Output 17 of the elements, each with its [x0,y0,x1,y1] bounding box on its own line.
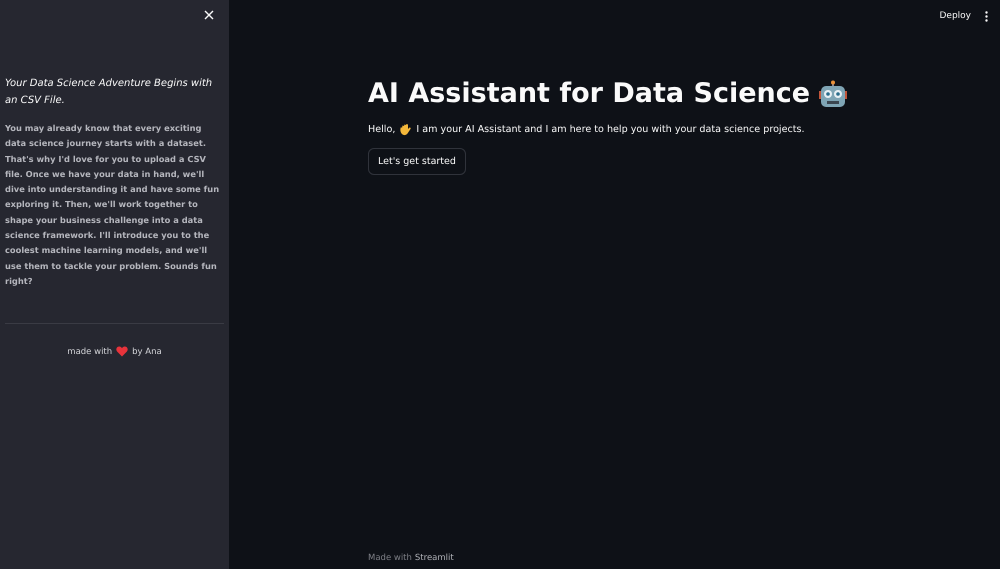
streamlit-link[interactable]: Streamlit [414,553,454,563]
deploy-button[interactable]: Deploy [937,9,973,23]
heart-icon [116,346,128,358]
robot-icon [818,80,848,108]
get-started-button[interactable]: Let's get started [368,148,466,175]
sidebar-heading: Your Data Science Adventure Begins with an CSV File. [5,77,214,108]
close-icon [204,10,214,20]
greeting-text: I am your AI Assistant and I am here to help you with your data science projects. [416,124,805,135]
credit-text: made with [67,346,112,357]
page-title: AI Assistant for Data Science [368,78,810,109]
waving-hand-icon [399,123,412,136]
greeting-text: Hello, [368,124,396,135]
more-menu-button[interactable] [983,8,990,24]
footer-text: Made with [368,553,412,563]
sidebar-paragraph: You may already know that every exciting data science journey starts with a dataset. That's why I'd love for you to upload a CSV file. Once we have your data in hand, we'll dive into understanding it and have some fun exploring it. Then, we'll work together to shape your business challenge into a data science framework. I'll introduce you to the coolest machine learning models, and we'll use them to tackle your problem. Sounds fun right? [5,122,220,288]
credit-text: by Ana [132,346,162,357]
more-icon [985,10,988,22]
